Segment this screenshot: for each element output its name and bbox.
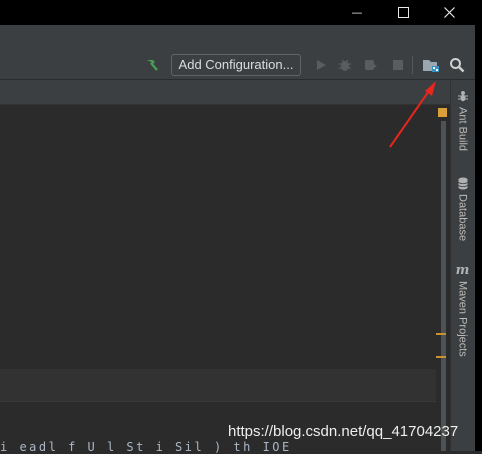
annotation-arrow [389, 81, 436, 148]
watermark: https://blog.csdn.net/qq_41704237 [228, 423, 459, 440]
